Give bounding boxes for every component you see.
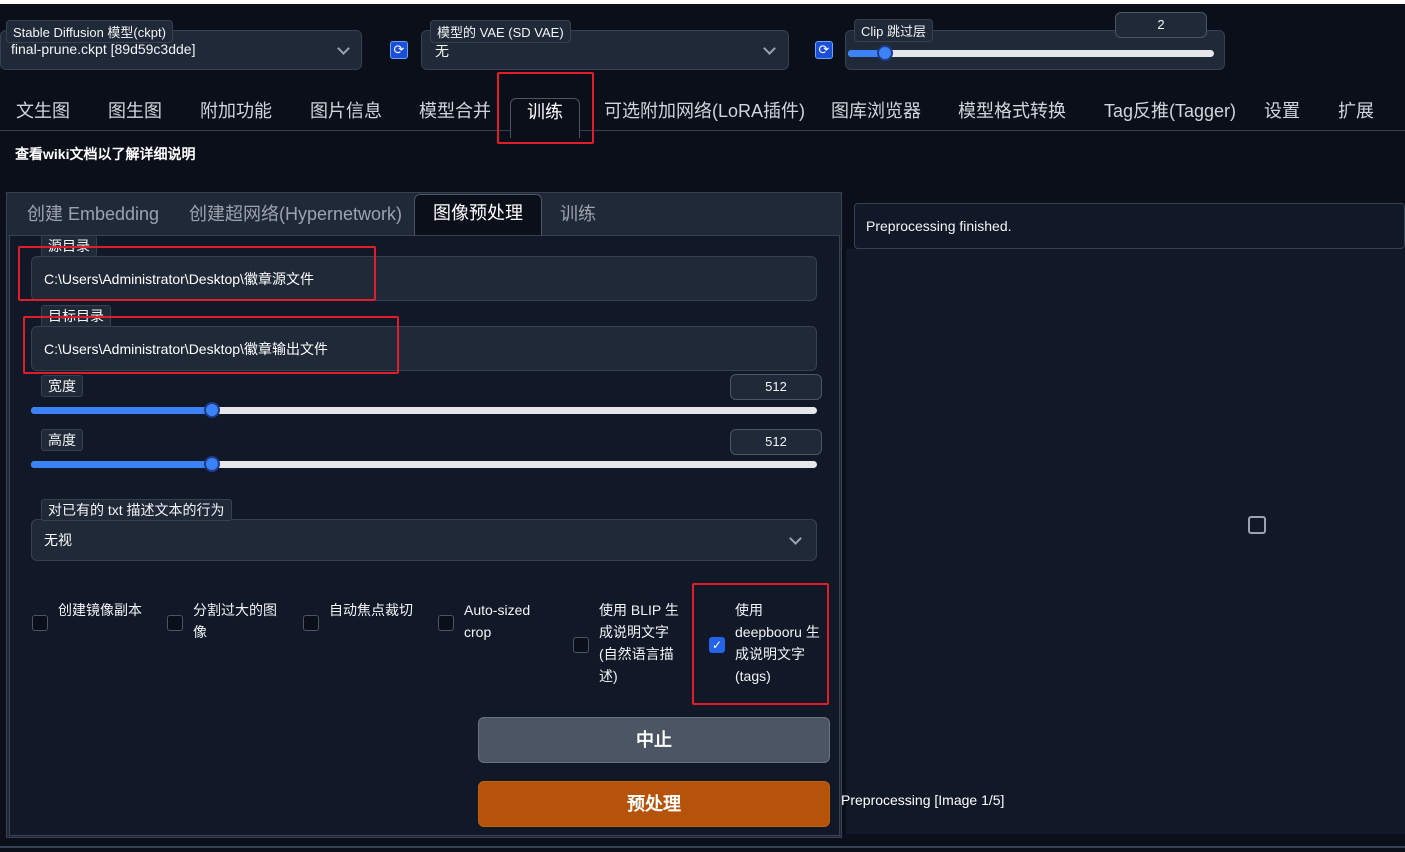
model-value: final-prune.ckpt [89d59c3dde] <box>11 41 196 57</box>
tab-model-converter[interactable]: 模型格式转换 <box>958 98 1066 132</box>
create-flipped-copies-checkbox[interactable] <box>32 615 48 631</box>
height-number[interactable]: 512 <box>730 429 822 455</box>
tab-img2img[interactable]: 图生图 <box>108 98 162 132</box>
width-number[interactable]: 512 <box>730 374 822 400</box>
tab-extras[interactable]: 附加功能 <box>200 98 272 132</box>
width-label: 宽度 <box>41 375 83 397</box>
clip-skip-slider[interactable] <box>848 50 1214 57</box>
height-thumb[interactable] <box>203 456 220 472</box>
preprocess-button[interactable]: 预处理 <box>478 781 830 827</box>
vae-value: 无 <box>435 43 449 59</box>
split-oversized-label: 分割过大的图像 <box>193 602 277 640</box>
stop-button[interactable]: 中止 <box>478 717 830 763</box>
split-oversized-checkbox[interactable] <box>167 615 183 631</box>
target-dir-label: 目标目录 <box>41 305 111 327</box>
blip-caption-label: 使用 BLIP 生成说明文字(自然语言描述) <box>599 602 679 684</box>
create-flipped-copies-label: 创建镜像副本 <box>58 602 142 618</box>
width-thumb[interactable] <box>203 402 220 418</box>
output-status: Preprocessing finished. <box>854 203 1405 249</box>
auto-focal-crop-checkbox[interactable] <box>303 615 319 631</box>
deepbooru-caption-label: 使用 deepbooru 生成说明文字(tags) <box>735 602 820 684</box>
subtab-create-embedding[interactable]: 创建 Embedding <box>27 200 159 234</box>
refresh-model-icon[interactable]: ⟳ <box>390 41 408 59</box>
auto-sized-crop-label: Auto-sized crop <box>464 602 531 640</box>
height-label: 高度 <box>41 429 83 451</box>
clip-skip-label: Clip 跳过层 <box>854 19 934 42</box>
wiki-link[interactable]: 查看wiki文档以了解详细说明 <box>15 144 195 164</box>
vae-label: 模型的 VAE (SD VAE) <box>430 20 571 43</box>
top-border <box>0 0 1405 4</box>
source-dir-input[interactable]: C:\Users\Administrator\Desktop\徽章源文件 <box>31 256 817 301</box>
image-placeholder-icon <box>1248 516 1266 534</box>
existing-caption-dropdown[interactable]: 无视 <box>31 519 817 561</box>
source-dir-label: 源目录 <box>41 235 97 257</box>
progress-text: Preprocessing [Image 1/5] <box>841 792 1005 808</box>
tab-tagger[interactable]: Tag反推(Tagger) <box>1104 98 1236 132</box>
subtab-train[interactable]: 训练 <box>560 200 596 234</box>
height-fill <box>31 461 212 468</box>
auto-sized-crop-checkbox[interactable] <box>438 615 454 631</box>
tab-settings[interactable]: 设置 <box>1264 98 1300 132</box>
blip-caption-checkbox[interactable] <box>573 637 589 653</box>
clip-skip-thumb[interactable] <box>876 45 893 61</box>
target-dir-input[interactable]: C:\Users\Administrator\Desktop\徽章输出文件 <box>31 326 817 371</box>
tab-additional-networks[interactable]: 可选附加网络(LoRA插件) <box>604 98 805 132</box>
tab-txt2img[interactable]: 文生图 <box>16 98 70 132</box>
model-label: Stable Diffusion 模型(ckpt) <box>6 20 173 43</box>
width-fill <box>31 407 212 414</box>
tab-checkpoint-merger[interactable]: 模型合并 <box>419 98 491 132</box>
subtab-create-hypernetwork[interactable]: 创建超网络(Hypernetwork) <box>189 200 402 234</box>
tab-image-browser[interactable]: 图库浏览器 <box>831 98 921 132</box>
tab-png-info[interactable]: 图片信息 <box>310 98 382 132</box>
clip-skip-number[interactable]: 2 <box>1115 12 1207 38</box>
deepbooru-caption-checkbox[interactable]: ✓ <box>709 637 725 653</box>
subtab-preprocess[interactable]: 图像预处理 <box>414 194 542 236</box>
auto-focal-crop-label: 自动焦点裁切 <box>329 602 413 618</box>
existing-caption-label: 对已有的 txt 描述文本的行为 <box>41 499 232 521</box>
bottom-divider <box>0 846 1405 848</box>
output-gallery <box>846 249 1405 834</box>
tab-train[interactable]: 训练 <box>510 98 580 138</box>
tab-extensions[interactable]: 扩展 <box>1338 98 1374 132</box>
refresh-vae-icon[interactable]: ⟳ <box>815 41 833 59</box>
